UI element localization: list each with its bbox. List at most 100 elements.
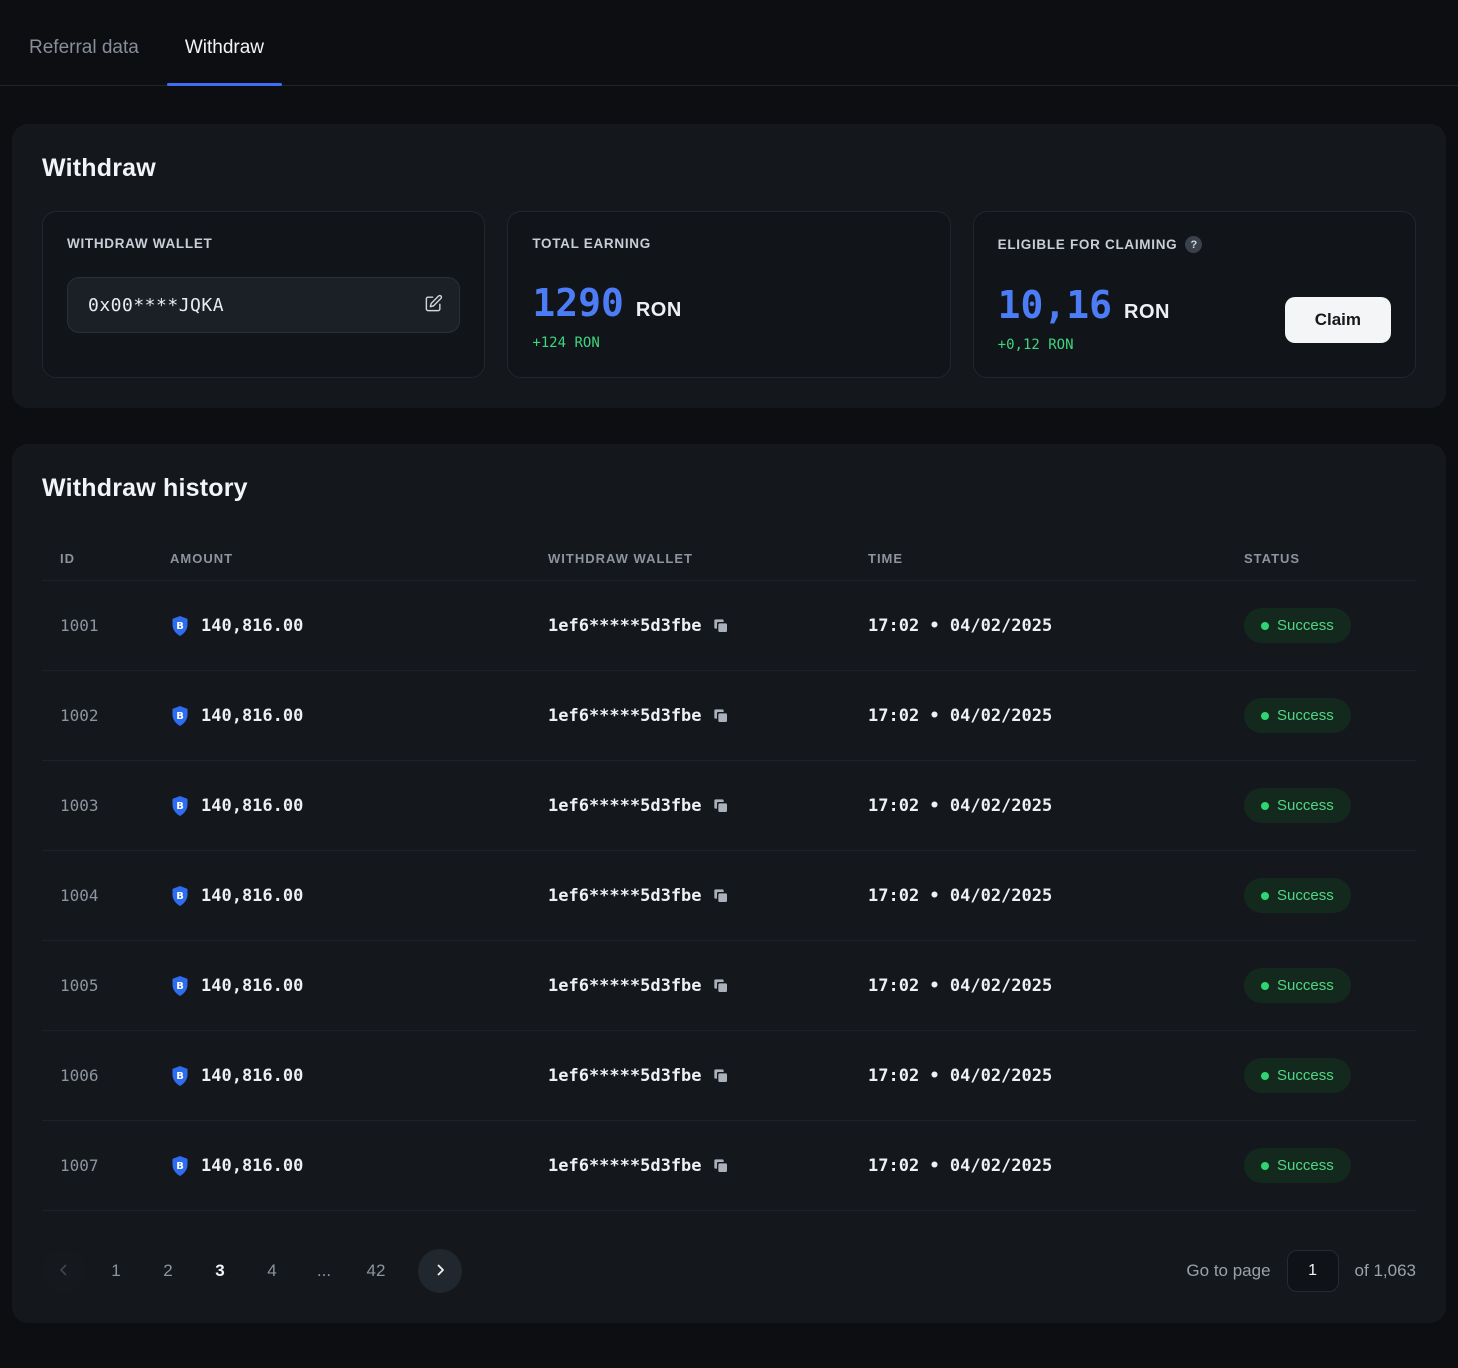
tab-withdraw[interactable]: Withdraw bbox=[166, 37, 283, 86]
row-wallet: 1ef6*****5d3fbe bbox=[548, 886, 868, 906]
total-earning-label: TOTAL EARNING bbox=[532, 236, 651, 251]
claim-button[interactable]: Claim bbox=[1284, 297, 1391, 343]
tab-referral-data[interactable]: Referral data bbox=[27, 37, 141, 85]
token-icon: B bbox=[170, 705, 190, 727]
eligible-value: 10,16 bbox=[997, 283, 1113, 327]
next-page-button[interactable] bbox=[418, 1249, 462, 1293]
row-time: 17:02 • 04/02/2025 bbox=[868, 975, 1053, 996]
goto-page-input[interactable] bbox=[1286, 1250, 1339, 1292]
row-time: 17:02 • 04/02/2025 bbox=[868, 795, 1053, 816]
row-amount-value: 140,816.00 bbox=[201, 615, 304, 636]
total-pages-label: of 1,063 bbox=[1354, 1261, 1416, 1280]
row-amount: B 140,816.00 bbox=[170, 885, 548, 907]
withdraw-wallet-card: WITHDRAW WALLET 0x00****JQKA bbox=[42, 211, 486, 378]
row-amount: B 140,816.00 bbox=[170, 615, 548, 637]
table-header: ID AMOUNT WITHDRAW WALLET TIME STATUS bbox=[42, 537, 1416, 581]
svg-text:B: B bbox=[176, 980, 184, 991]
status-badge: Success bbox=[1244, 788, 1351, 823]
row-status: Success bbox=[1244, 1148, 1416, 1183]
row-time: 17:02 • 04/02/2025 bbox=[868, 1065, 1053, 1086]
row-amount-value: 140,816.00 bbox=[201, 705, 304, 726]
help-icon[interactable]: ? bbox=[1185, 236, 1203, 253]
wallet-address-value: 0x00****JQKA bbox=[88, 294, 225, 316]
status-dot-icon bbox=[1261, 1071, 1269, 1080]
status-badge: Success bbox=[1244, 698, 1351, 733]
eligible-currency: RON bbox=[1124, 301, 1170, 323]
svg-text:B: B bbox=[176, 800, 184, 811]
table-row: 1001 B 140,816.00 1ef6*****5d3fbe 17:02 … bbox=[42, 581, 1416, 671]
copy-icon[interactable] bbox=[713, 798, 729, 814]
status-badge: Success bbox=[1244, 968, 1351, 1003]
row-time: 17:02 • 04/02/2025 bbox=[868, 705, 1053, 726]
row-time: 17:02 • 04/02/2025 bbox=[868, 885, 1053, 906]
tab-bar: Referral data Withdraw bbox=[0, 0, 1458, 86]
status-badge: Success bbox=[1244, 1148, 1351, 1183]
copy-icon[interactable] bbox=[713, 1158, 729, 1174]
row-status: Success bbox=[1244, 1058, 1416, 1093]
copy-icon[interactable] bbox=[713, 708, 729, 724]
row-wallet-value: 1ef6*****5d3fbe bbox=[548, 1065, 702, 1086]
status-dot-icon bbox=[1261, 711, 1269, 720]
token-icon: B bbox=[170, 885, 190, 907]
copy-icon[interactable] bbox=[713, 978, 729, 994]
wallet-address-field[interactable]: 0x00****JQKA bbox=[67, 277, 461, 333]
status-label: Success bbox=[1277, 797, 1334, 814]
row-status: Success bbox=[1244, 698, 1416, 733]
copy-icon[interactable] bbox=[713, 1068, 729, 1084]
table-row: 1004 B 140,816.00 1ef6*****5d3fbe 17:02 … bbox=[42, 851, 1416, 941]
total-earning-value: 1290 bbox=[532, 281, 624, 325]
table-row: 1007 B 140,816.00 1ef6*****5d3fbe 17:02 … bbox=[42, 1121, 1416, 1211]
page-number-1[interactable]: 1 bbox=[94, 1249, 138, 1293]
edit-wallet-button[interactable] bbox=[424, 294, 443, 316]
token-icon: B bbox=[170, 975, 190, 997]
status-dot-icon bbox=[1261, 621, 1269, 630]
withdraw-card: Withdraw WITHDRAW WALLET 0x00****JQKA TO… bbox=[12, 124, 1446, 408]
row-time: 17:02 • 04/02/2025 bbox=[868, 615, 1053, 636]
table-row: 1002 B 140,816.00 1ef6*****5d3fbe 17:02 … bbox=[42, 671, 1416, 761]
status-badge: Success bbox=[1244, 878, 1351, 913]
row-wallet: 1ef6*****5d3fbe bbox=[548, 1156, 868, 1176]
row-amount-value: 140,816.00 bbox=[201, 1065, 304, 1086]
status-label: Success bbox=[1277, 707, 1334, 724]
status-dot-icon bbox=[1261, 981, 1269, 990]
row-amount: B 140,816.00 bbox=[170, 795, 548, 817]
withdraw-history-title: Withdraw history bbox=[42, 474, 248, 502]
page-number-4[interactable]: 4 bbox=[250, 1249, 294, 1293]
token-icon: B bbox=[170, 1065, 190, 1087]
col-header-amount: AMOUNT bbox=[170, 551, 234, 566]
status-label: Success bbox=[1277, 1157, 1334, 1174]
svg-text:B: B bbox=[176, 1160, 184, 1171]
row-amount-value: 140,816.00 bbox=[201, 795, 304, 816]
table-row: 1005 B 140,816.00 1ef6*****5d3fbe 17:02 … bbox=[42, 941, 1416, 1031]
eligible-delta: +0,12 RON bbox=[997, 337, 1074, 353]
page-number-42[interactable]: 42 bbox=[354, 1249, 398, 1293]
page-number-2[interactable]: 2 bbox=[146, 1249, 190, 1293]
total-earning-card: TOTAL EARNING 1290 RON +124 RON bbox=[507, 211, 951, 378]
row-wallet: 1ef6*****5d3fbe bbox=[548, 616, 868, 636]
copy-icon[interactable] bbox=[713, 618, 729, 634]
col-header-wallet: WITHDRAW WALLET bbox=[548, 551, 693, 566]
pagination: 1 2 3 4 ... 42 Go to page of 1,063 bbox=[42, 1249, 1416, 1293]
total-earning-currency: RON bbox=[635, 299, 682, 321]
status-label: Success bbox=[1277, 977, 1334, 994]
prev-page-button[interactable] bbox=[42, 1249, 86, 1293]
row-wallet-value: 1ef6*****5d3fbe bbox=[548, 615, 702, 636]
row-wallet: 1ef6*****5d3fbe bbox=[548, 796, 868, 816]
svg-text:B: B bbox=[176, 710, 184, 721]
row-id: 1001 bbox=[60, 616, 99, 635]
svg-text:B: B bbox=[176, 890, 184, 901]
row-id: 1006 bbox=[60, 1066, 99, 1085]
row-amount: B 140,816.00 bbox=[170, 975, 548, 997]
status-label: Success bbox=[1277, 617, 1334, 634]
withdraw-summary-row: WITHDRAW WALLET 0x00****JQKA TOTAL EARNI… bbox=[42, 211, 1416, 378]
row-id: 1002 bbox=[60, 706, 99, 725]
token-icon: B bbox=[170, 1155, 190, 1177]
status-dot-icon bbox=[1261, 891, 1269, 900]
row-amount-value: 140,816.00 bbox=[201, 885, 304, 906]
status-badge: Success bbox=[1244, 1058, 1351, 1093]
page-number-3[interactable]: 3 bbox=[198, 1249, 242, 1293]
eligible-value-row: 10,16 RON +0,12 RON Claim bbox=[998, 253, 1391, 353]
copy-icon[interactable] bbox=[713, 888, 729, 904]
eligible-amount-row: 10,16 RON bbox=[998, 283, 1170, 327]
row-status: Success bbox=[1244, 788, 1416, 823]
